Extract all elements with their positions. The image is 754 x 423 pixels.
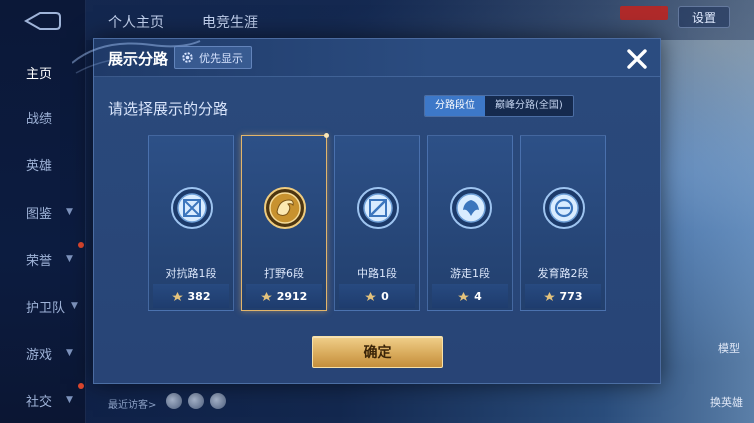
nav-item-home[interactable]: 主页 [0, 49, 86, 95]
lane-points-value: 0 [381, 289, 389, 303]
rank-points-icon [458, 291, 470, 301]
lane-points-value: 773 [559, 289, 583, 303]
confirm-button[interactable]: 确定 [312, 336, 443, 368]
lane-rank-label: 游走1段 [450, 267, 490, 280]
avatar[interactable] [210, 393, 226, 409]
avatar[interactable] [188, 393, 204, 409]
lane-points: 4 [432, 284, 508, 308]
lane-points: 2912 [246, 284, 322, 308]
nav-item-games[interactable]: 游戏 ▼ [0, 330, 86, 376]
lane-points-value: 2912 [276, 289, 308, 303]
close-button[interactable] [622, 44, 652, 74]
nav-label: 主页 [26, 66, 53, 82]
nav-label: 战绩 [26, 111, 53, 127]
wand-emblem-icon [357, 187, 399, 229]
lane-card-top[interactable]: 对抗路1段 382 [148, 135, 234, 311]
nav-label: 图鉴 [26, 206, 53, 222]
priority-display-label: 优先显示 [199, 51, 243, 65]
lane-rank-label: 中路1段 [357, 267, 397, 280]
tab-lane-rank[interactable]: 分路段位 [425, 96, 485, 116]
notification-dot [78, 383, 84, 389]
recent-visitors-label[interactable]: 最近访客> [108, 396, 156, 411]
chevron-down-icon: ▼ [66, 348, 73, 358]
chevron-down-icon: ▼ [71, 301, 78, 311]
chevron-down-icon: ▼ [66, 395, 73, 405]
nav-label: 游戏 [26, 347, 53, 363]
lane-display-dialog: 展示分路 优先显示 请选择展示的分路 分路段位 巅峰分路(全国) 对抗路1段 3… [72, 38, 661, 384]
status-badge [620, 6, 668, 20]
wing-emblem-icon [450, 187, 492, 229]
lane-rank-label: 对抗路1段 [165, 267, 217, 280]
lane-points: 773 [525, 284, 601, 308]
nav-item-codex[interactable]: 图鉴 ▼ [0, 189, 86, 235]
left-sidebar: 主页 战绩 英雄 图鉴 ▼ 荣誉 ▼ 护卫队 ▼ 游戏 ▼ 社交 ▼ [0, 0, 86, 423]
lane-rank-label: 发育路2段 [537, 267, 589, 280]
rank-points-icon [543, 291, 555, 301]
rank-points-icon [365, 291, 377, 301]
nav-item-social[interactable]: 社交 ▼ [0, 377, 86, 423]
nav-label: 英雄 [26, 158, 53, 174]
nav-item-guard[interactable]: 护卫队 ▼ [0, 283, 86, 329]
model-label[interactable]: 模型 [718, 340, 740, 356]
lane-points-value: 4 [474, 289, 482, 303]
tab-peak-lane-national[interactable]: 巅峰分路(全国) [485, 96, 573, 116]
lane-card-mid[interactable]: 中路1段 0 [334, 135, 420, 311]
lane-mode-toggle: 分路段位 巅峰分路(全国) [424, 95, 574, 117]
gear-icon [182, 52, 193, 63]
lane-card-jungle[interactable]: 打野6段 2912 [241, 133, 329, 311]
dialog-header: 展示分路 优先显示 [72, 39, 660, 77]
tab-profile[interactable]: 个人主页 [108, 12, 164, 32]
change-hero-label[interactable]: 换英雄 [710, 394, 743, 410]
rank-points-icon [260, 291, 272, 301]
lane-points: 382 [153, 284, 229, 308]
nav-item-heroes[interactable]: 英雄 [0, 141, 86, 187]
lane-card-farm[interactable]: 发育路2段 773 [520, 135, 606, 311]
dialog-title: 展示分路 [108, 50, 169, 68]
nav-label: 荣誉 [26, 253, 53, 269]
avatar[interactable] [166, 393, 182, 409]
target-emblem-icon [543, 187, 585, 229]
lane-points-value: 382 [187, 289, 211, 303]
back-arrow-icon[interactable] [22, 10, 62, 32]
chevron-down-icon: ▼ [66, 207, 73, 217]
lane-points: 0 [339, 284, 415, 308]
sword-shield-emblem-icon [171, 187, 213, 229]
nav-label: 护卫队 [26, 300, 66, 316]
selected-indicator [324, 133, 329, 138]
gold-dragon-emblem-icon [264, 187, 306, 229]
nav-item-honor[interactable]: 荣誉 ▼ [0, 236, 86, 282]
close-icon [627, 49, 647, 69]
settings-button[interactable]: 设置 [678, 6, 730, 28]
rank-points-icon [171, 291, 183, 301]
notification-dot [78, 242, 84, 248]
tab-esports-career[interactable]: 电竞生涯 [202, 12, 258, 32]
chevron-down-icon: ▼ [66, 254, 73, 264]
priority-display-button[interactable]: 优先显示 [174, 46, 252, 69]
nav-item-record[interactable]: 战绩 [0, 94, 86, 140]
lane-card-roam[interactable]: 游走1段 4 [427, 135, 513, 311]
lane-rank-label: 打野6段 [264, 267, 304, 280]
nav-label: 社交 [26, 394, 53, 410]
dialog-subtitle: 请选择展示的分路 [108, 100, 229, 118]
